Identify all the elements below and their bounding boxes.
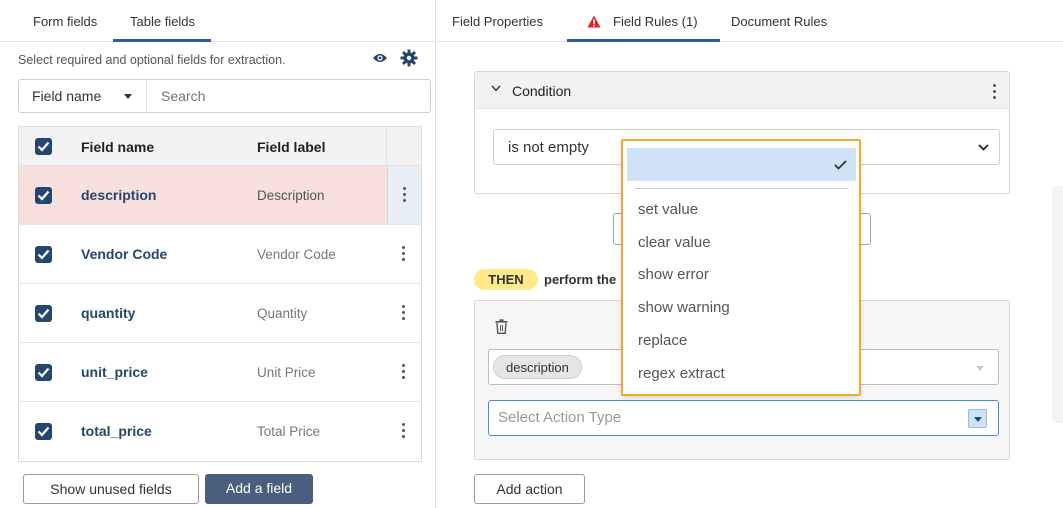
- tab-form-fields[interactable]: Form fields: [33, 14, 97, 29]
- field-label: Unit Price: [257, 365, 316, 380]
- condition-operator-value: is not empty: [508, 139, 589, 156]
- option-show-warning[interactable]: show warning: [638, 299, 730, 316]
- show-unused-fields-button[interactable]: Show unused fields: [23, 474, 199, 504]
- table-header: Field name Field label: [19, 127, 421, 166]
- row-checkbox[interactable]: [35, 187, 52, 204]
- dropdown-selected-option[interactable]: [627, 148, 856, 181]
- field-name: description: [81, 187, 157, 203]
- add-action-button[interactable]: Add action: [474, 474, 585, 504]
- fields-table: Field name Field label description Descr…: [18, 126, 422, 462]
- active-tab-indicator: [567, 39, 720, 42]
- left-panel: Form fields Table fields Select required…: [0, 0, 436, 508]
- field-name: Vendor Code: [81, 246, 168, 262]
- field-name: total_price: [81, 423, 152, 439]
- field-label: Total Price: [257, 424, 321, 439]
- tab-document-rules[interactable]: Document Rules: [731, 14, 827, 29]
- field-name: unit_price: [81, 364, 148, 380]
- row-more-icon[interactable]: [387, 284, 421, 342]
- column-header-name[interactable]: Field name: [81, 139, 154, 155]
- column-divider: [386, 127, 387, 166]
- table-row[interactable]: description Description: [19, 166, 421, 225]
- column-header-label[interactable]: Field label: [257, 139, 325, 155]
- left-tabs: Form fields Table fields: [0, 0, 436, 42]
- tab-table-fields[interactable]: Table fields: [130, 14, 195, 29]
- extraction-hint: Select required and optional fields for …: [18, 53, 286, 67]
- chevron-down-icon[interactable]: [491, 85, 501, 92]
- option-regex-extract[interactable]: regex extract: [638, 365, 725, 382]
- row-more-icon[interactable]: [387, 225, 421, 283]
- condition-more-icon[interactable]: [989, 81, 999, 101]
- tab-field-rules[interactable]: Field Rules (1): [613, 14, 698, 29]
- row-more-icon[interactable]: [387, 402, 421, 460]
- dropdown-divider: [635, 188, 848, 189]
- option-set-value[interactable]: set value: [638, 201, 698, 218]
- row-more-icon[interactable]: [387, 343, 421, 401]
- filter-column-value: Field name: [32, 88, 102, 104]
- chevron-down-icon: [978, 144, 989, 151]
- action-type-select[interactable]: Select Action Type: [488, 400, 999, 436]
- tab-field-properties[interactable]: Field Properties: [452, 14, 543, 29]
- option-show-error[interactable]: show error: [638, 266, 709, 283]
- condition-header[interactable]: Condition: [475, 72, 1009, 109]
- add-field-button[interactable]: Add a field: [205, 474, 313, 504]
- table-row[interactable]: total_price Total Price: [19, 402, 421, 461]
- option-clear-value[interactable]: clear value: [638, 234, 711, 251]
- caret-down-icon[interactable]: [968, 409, 987, 428]
- right-tabs: Field Properties Field Rules (1) Documen…: [437, 0, 1063, 42]
- then-badge: THEN: [474, 269, 538, 290]
- field-label: Quantity: [257, 306, 308, 321]
- field-filter: Field name: [18, 79, 431, 113]
- row-checkbox[interactable]: [35, 364, 52, 381]
- row-checkbox[interactable]: [35, 305, 52, 322]
- field-label: Vendor Code: [257, 247, 336, 262]
- caret-down-icon: [124, 94, 132, 99]
- then-description: perform the: [544, 272, 617, 287]
- table-row[interactable]: Vendor Code Vendor Code: [19, 225, 421, 284]
- option-replace[interactable]: replace: [638, 332, 687, 349]
- action-type-dropdown: set value clear value show error show wa…: [621, 139, 861, 396]
- row-checkbox[interactable]: [35, 246, 52, 263]
- active-tab-indicator: [113, 39, 211, 42]
- checkmark-icon: [834, 160, 847, 170]
- filter-column-select[interactable]: Field name: [19, 80, 147, 112]
- scrollbar[interactable]: [1052, 186, 1063, 423]
- search-input[interactable]: [161, 88, 421, 104]
- table-row[interactable]: unit_price Unit Price: [19, 343, 421, 402]
- field-name: quantity: [81, 305, 136, 321]
- caret-down-icon: [976, 366, 984, 371]
- eye-icon[interactable]: [372, 52, 388, 64]
- action-type-placeholder: Select Action Type: [498, 409, 622, 426]
- select-all-checkbox[interactable]: [35, 138, 52, 155]
- row-more-icon[interactable]: [387, 166, 421, 224]
- trash-icon[interactable]: [495, 319, 508, 334]
- warning-icon: [587, 15, 601, 28]
- field-label: Description: [257, 188, 325, 203]
- condition-title: Condition: [512, 83, 572, 99]
- row-checkbox[interactable]: [35, 423, 52, 440]
- field-chip[interactable]: description: [493, 355, 582, 379]
- gear-icon[interactable]: [400, 49, 418, 67]
- table-row[interactable]: quantity Quantity: [19, 284, 421, 343]
